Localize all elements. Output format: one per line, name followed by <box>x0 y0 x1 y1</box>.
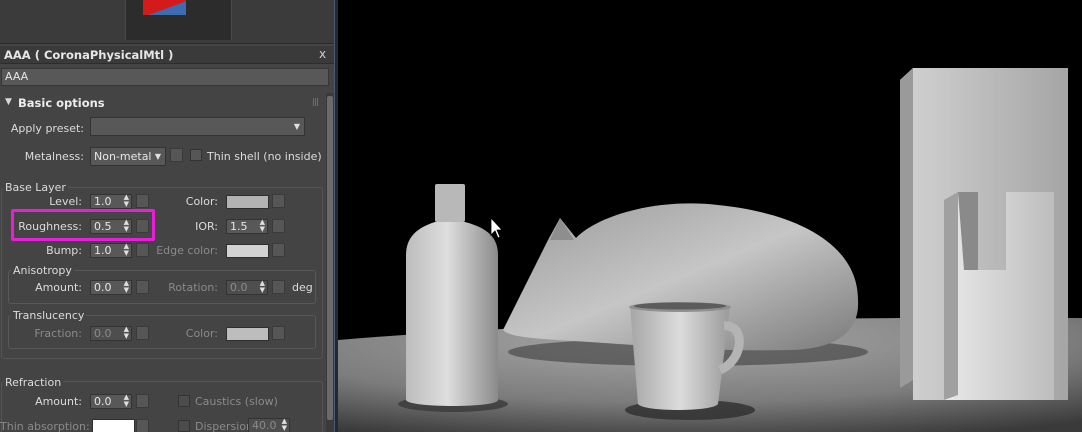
bump-value: 1.0 <box>94 244 112 257</box>
spinner-arrows-icon[interactable]: ▲ ▼ <box>282 418 287 432</box>
translucency-color-swatch[interactable] <box>226 327 269 341</box>
anisotropy-amount-spinner[interactable]: 0.0 ▲ ▼ <box>90 280 132 295</box>
rotation-value: 0.0 <box>230 281 248 294</box>
rollout-grip-icon[interactable] <box>313 98 319 106</box>
metalness-label: Metalness: <box>24 150 84 163</box>
refraction-title: Refraction <box>3 376 64 389</box>
apply-preset-dropdown[interactable]: ▼ <box>90 117 305 136</box>
ior-map-button[interactable] <box>272 219 285 233</box>
translucency-color-map-button[interactable] <box>272 326 285 340</box>
material-title-bar: AAA ( CoronaPhysicalMtl ) x <box>0 46 334 64</box>
render-viewport[interactable] <box>338 0 1082 432</box>
edge-color-swatch[interactable] <box>226 244 269 258</box>
dispersion-checkbox[interactable] <box>178 420 190 432</box>
metalness-dropdown[interactable]: Non-metal ▼ <box>90 147 166 166</box>
spinner-arrows-icon[interactable]: ▲ ▼ <box>124 243 129 257</box>
refraction-amount-map-button[interactable] <box>136 394 149 408</box>
basic-options-title: Basic options <box>18 96 105 110</box>
base-color-swatch[interactable] <box>226 195 269 209</box>
dispersion-value: 40.0 <box>252 419 277 432</box>
color-map-button[interactable] <box>272 194 285 208</box>
anisotropy-amount-map-button[interactable] <box>136 280 149 294</box>
level-map-button[interactable] <box>136 194 149 208</box>
spinner-arrows-icon[interactable]: ▲ ▼ <box>260 219 265 233</box>
refraction-amount-label: Amount: <box>35 395 82 408</box>
edge-color-map-button[interactable] <box>272 243 285 257</box>
level-value: 1.0 <box>94 195 112 208</box>
fraction-spinner[interactable]: 0.0 ▲ ▼ <box>90 326 132 341</box>
translucency-color-label: Color: <box>185 327 218 340</box>
thin-absorption-label: Thin absorption: <box>0 420 90 432</box>
material-name-field[interactable]: AAA <box>1 68 329 86</box>
refraction-amount-value: 0.0 <box>94 395 112 408</box>
rollout-collapse-icon[interactable]: ▼ <box>5 97 12 107</box>
translucency-title: Translucency <box>11 309 87 322</box>
bump-map-button[interactable] <box>136 243 149 257</box>
ior-label: IOR: <box>195 220 218 233</box>
basic-options-rollout-header[interactable]: ▼ Basic options <box>1 94 324 112</box>
level-spinner[interactable]: 1.0 ▲ ▼ <box>90 194 132 209</box>
fraction-value: 0.0 <box>94 327 112 340</box>
material-preview-area <box>0 0 334 44</box>
tall-box-object <box>900 68 1068 400</box>
spinner-arrows-icon[interactable]: ▲ ▼ <box>124 194 129 208</box>
metalness-map-button[interactable] <box>170 148 183 162</box>
edge-color-label: Edge color: <box>156 244 218 257</box>
dropdown-arrow-icon: ▼ <box>154 152 161 161</box>
refraction-amount-spinner[interactable]: 0.0 ▲ ▼ <box>90 394 132 409</box>
fraction-map-button[interactable] <box>136 326 149 340</box>
caustics-checkbox[interactable] <box>178 395 190 407</box>
spinner-arrows-icon[interactable]: ▲ ▼ <box>260 280 265 294</box>
caustics-label: Caustics (slow) <box>195 395 278 408</box>
rotation-unit: deg <box>292 281 313 294</box>
anisotropy-title: Anisotropy <box>11 264 74 277</box>
thin-absorption-swatch[interactable] <box>92 419 135 432</box>
scrollbar-thumb[interactable] <box>327 96 333 420</box>
apply-preset-label: Apply preset: <box>10 122 84 135</box>
fraction-label: Fraction: <box>34 327 82 340</box>
render-scene <box>338 0 1082 432</box>
anisotropy-amount-value: 0.0 <box>94 281 112 294</box>
close-icon[interactable]: x <box>319 47 326 61</box>
level-label: Level: <box>49 195 82 208</box>
anisotropy-amount-label: Amount: <box>35 281 82 294</box>
thin-shell-checkbox[interactable] <box>190 149 202 161</box>
base-layer-title: Base Layer <box>3 181 68 194</box>
rotation-label: Rotation: <box>168 281 218 294</box>
material-preview-swatch <box>143 0 186 15</box>
material-editor-panel: AAA ( CoronaPhysicalMtl ) x AAA ▼ Basic … <box>0 0 334 432</box>
dispersion-label: Dispersion <box>195 420 254 432</box>
bump-label: Bump: <box>46 244 82 257</box>
dropdown-arrow-icon: ▼ <box>293 122 300 131</box>
thin-absorption-map-button[interactable] <box>136 419 149 432</box>
thin-shell-label: Thin shell (no inside) <box>207 150 322 163</box>
roughness-highlight <box>11 209 155 241</box>
material-title: AAA ( CoronaPhysicalMtl ) <box>4 48 174 62</box>
metalness-value: Non-metal <box>94 150 152 163</box>
spinner-arrows-icon[interactable]: ▲ ▼ <box>124 326 129 340</box>
ior-value: 1.5 <box>230 220 248 233</box>
spinner-arrows-icon[interactable]: ▲ ▼ <box>124 394 129 408</box>
rotation-map-button[interactable] <box>272 280 285 294</box>
spinner-arrows-icon[interactable]: ▲ ▼ <box>124 280 129 294</box>
color-label: Color: <box>185 195 218 208</box>
rotation-spinner[interactable]: 0.0 ▲ ▼ <box>226 280 268 295</box>
bump-spinner[interactable]: 1.0 ▲ ▼ <box>90 243 132 258</box>
ior-spinner[interactable]: 1.5 ▲ ▼ <box>226 219 268 234</box>
dispersion-spinner[interactable]: 40.0 ▲ ▼ <box>248 418 290 432</box>
